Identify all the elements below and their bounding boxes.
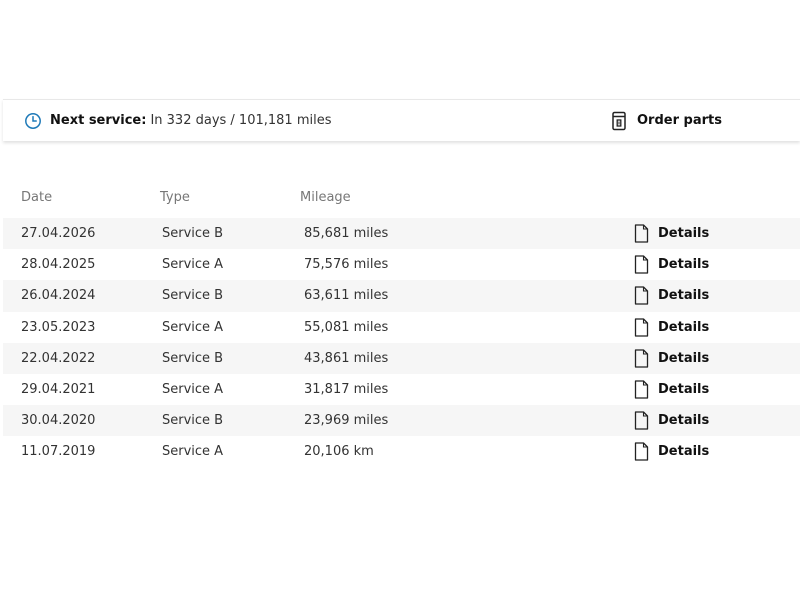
service-history-table: Date Type Mileage 27.04.2026 Service B 8…: [3, 184, 800, 468]
details-link[interactable]: Details: [634, 405, 709, 436]
document-icon: [634, 442, 649, 461]
document-icon: [634, 317, 649, 337]
document-icon: [634, 224, 649, 243]
row-date: 27.04.2026: [21, 226, 96, 241]
row-date: 29.04.2021: [21, 381, 96, 397]
row-date: 11.07.2019: [21, 444, 96, 460]
details-link[interactable]: Details: [634, 374, 709, 405]
header-date: Date: [21, 190, 53, 205]
table-row: 26.04.2024 Service B 63,611 miles Detail…: [3, 280, 800, 312]
document-icon: [634, 286, 649, 306]
details-label: Details: [658, 257, 710, 273]
details-link[interactable]: Details: [634, 312, 709, 343]
table-row: 27.04.2026 Service B 85,681 miles Detail…: [3, 218, 800, 250]
row-date: 23.05.2023: [21, 319, 96, 335]
details-label: Details: [658, 413, 710, 429]
next-service-bar: Next service: In 332 days / 101,181 mile…: [3, 99, 800, 141]
table-row: 30.04.2020 Service B 23,969 miles Detail…: [3, 405, 800, 437]
document-icon: [634, 411, 649, 430]
table-row: 22.04.2022 Service B 43,861 miles Detail…: [3, 342, 800, 374]
row-date: 28.04.2025: [21, 257, 96, 273]
row-date: 22.04.2022: [21, 350, 96, 366]
row-mileage: 85,681 miles: [304, 226, 389, 241]
order-parts-label: Order parts: [637, 113, 722, 128]
row-type: Service A: [162, 444, 224, 460]
clock-icon: [24, 112, 42, 130]
row-type: Service B: [162, 288, 224, 304]
details-link[interactable]: Details: [634, 343, 709, 374]
order-parts-icon: [611, 111, 627, 131]
row-mileage: 31,817 miles: [304, 381, 389, 397]
row-type: Service B: [162, 413, 224, 429]
details-link[interactable]: Details: [634, 218, 709, 249]
row-mileage: 43,861 miles: [304, 350, 389, 366]
document-icon: [634, 255, 649, 274]
table-row: 29.04.2021 Service A 31,817 miles Detail…: [3, 374, 800, 405]
details-label: Details: [658, 288, 710, 304]
details-label: Details: [658, 350, 710, 366]
document-icon: [634, 380, 649, 399]
details-label: Details: [658, 444, 710, 460]
row-type: Service A: [162, 381, 224, 397]
next-service-label: Next service:: [50, 113, 147, 128]
row-mileage: 23,969 miles: [304, 413, 389, 429]
details-label: Details: [658, 381, 710, 397]
row-mileage: 63,611 miles: [304, 288, 389, 304]
row-mileage: 20,106 km: [304, 444, 374, 460]
table-row: 23.05.2023 Service A 55,081 miles Detail…: [3, 312, 800, 343]
details-label: Details: [658, 226, 710, 241]
header-mileage: Mileage: [300, 190, 351, 205]
document-icon: [634, 349, 649, 368]
table-header: Date Type Mileage: [3, 184, 800, 218]
service-history-page: Next service: In 332 days / 101,181 mile…: [0, 0, 800, 600]
row-mileage: 55,081 miles: [304, 319, 389, 335]
details-link[interactable]: Details: [634, 436, 709, 467]
details-link[interactable]: Details: [634, 249, 709, 280]
row-mileage: 75,576 miles: [304, 257, 389, 273]
header-type: Type: [160, 190, 190, 205]
row-date: 26.04.2024: [21, 288, 96, 304]
row-type: Service B: [162, 350, 224, 366]
details-label: Details: [658, 319, 710, 335]
table-row: 11.07.2019 Service A 20,106 km Details: [3, 436, 800, 467]
row-date: 30.04.2020: [21, 413, 96, 429]
next-service-value: In 332 days / 101,181 miles: [150, 113, 332, 128]
order-parts-button[interactable]: Order parts: [611, 100, 722, 141]
details-link[interactable]: Details: [634, 280, 709, 311]
next-service-info: Next service: In 332 days / 101,181 mile…: [24, 100, 331, 141]
row-type: Service B: [162, 226, 224, 241]
row-type: Service A: [162, 257, 224, 273]
table-row: 28.04.2025 Service A 75,576 miles Detail…: [3, 249, 800, 280]
row-type: Service A: [162, 319, 224, 335]
